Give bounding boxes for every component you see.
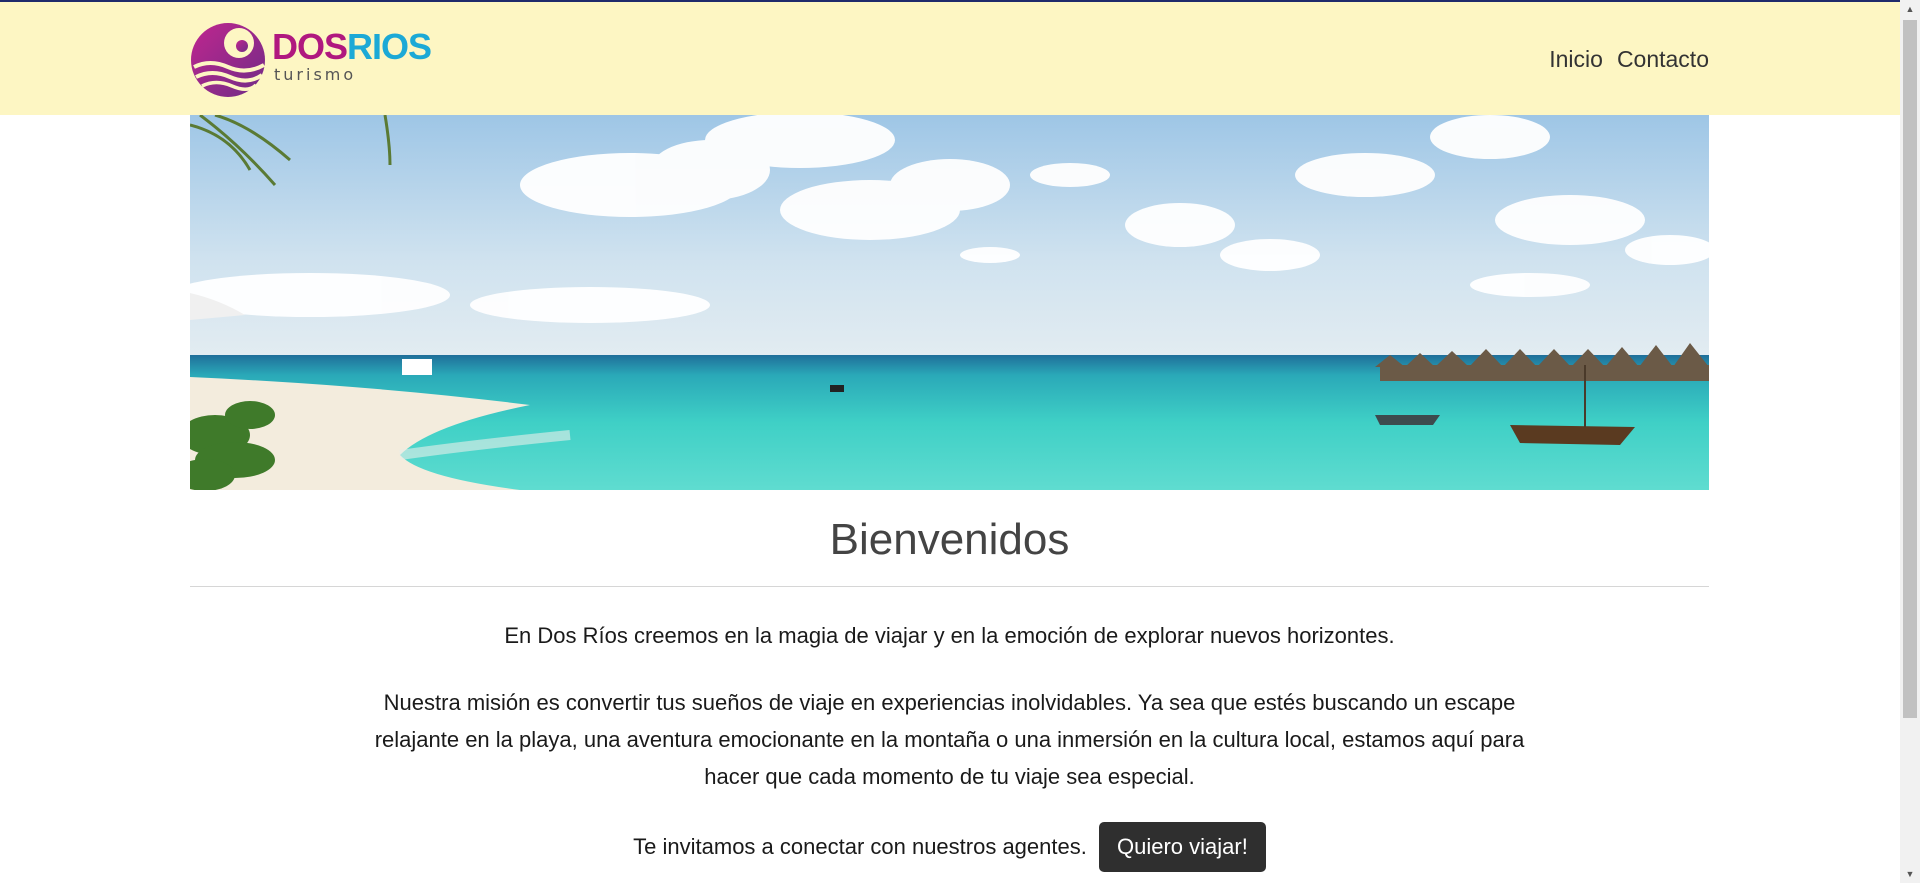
brand-name-rios: RIOS [347, 26, 432, 67]
navbar: DOSRIOS turismo Inicio Contacto [0, 2, 1900, 115]
nav-link-inicio[interactable]: Inicio [1549, 44, 1603, 74]
main-content: Bienvenidos En Dos Ríos creemos en la ma… [190, 490, 1709, 872]
quiero-viajar-button[interactable]: Quiero viajar! [1098, 822, 1266, 872]
nav-link-contacto[interactable]: Contacto [1617, 44, 1709, 74]
cta-text: Te invitamos a conectar con nuestros age… [633, 834, 1087, 859]
brand-logo-link[interactable]: DOSRIOS turismo [190, 21, 432, 99]
brand-name-dos: DOS [272, 26, 348, 67]
scrollbar-thumb[interactable] [1903, 20, 1917, 718]
brand-logo-icon [191, 23, 265, 97]
hero-beach-image [190, 115, 1709, 490]
title-divider [190, 586, 1709, 587]
brand-name: DOSRIOS [272, 26, 432, 67]
cta-row: Te invitamos a conectar con nuestros age… [190, 822, 1709, 872]
brand-text: DOSRIOS turismo [272, 26, 432, 85]
scroll-up-arrow-icon[interactable]: ▲ [1900, 0, 1920, 18]
mission-paragraph: Nuestra misión es convertir tus sueños d… [374, 690, 1525, 789]
brand-subtitle: turismo [274, 65, 357, 84]
vertical-scrollbar[interactable]: ▲ ▼ [1900, 0, 1920, 883]
intro-paragraph: En Dos Ríos creemos en la magia de viaja… [504, 623, 1395, 648]
main-nav: Inicio Contacto [1549, 44, 1709, 74]
scroll-down-arrow-icon[interactable]: ▼ [1900, 865, 1920, 883]
page-title: Bienvenidos [829, 515, 1070, 564]
